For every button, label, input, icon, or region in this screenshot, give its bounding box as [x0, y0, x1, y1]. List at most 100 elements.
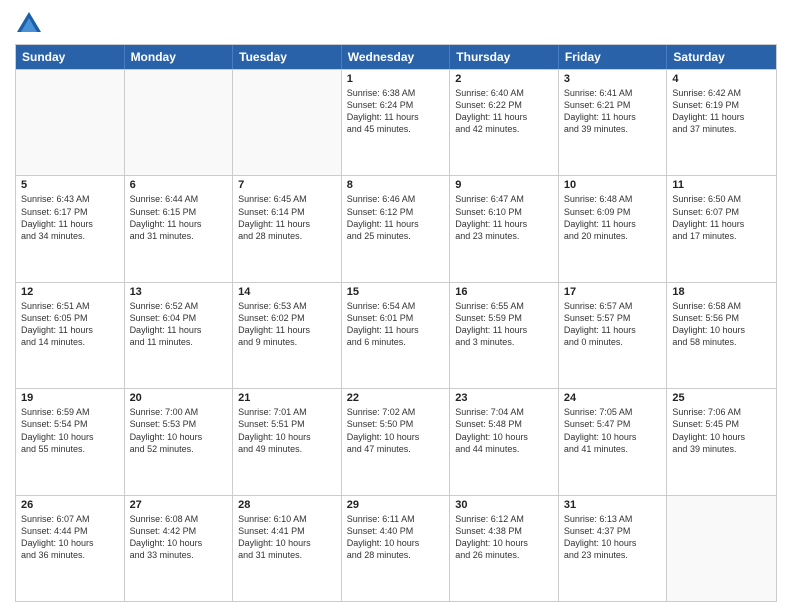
calendar-cell: 31Sunrise: 6:13 AMSunset: 4:37 PMDayligh…	[559, 496, 668, 601]
day-number: 17	[564, 286, 662, 298]
cell-text: Sunrise: 6:59 AMSunset: 5:54 PMDaylight:…	[21, 406, 119, 455]
cell-text: Sunrise: 7:01 AMSunset: 5:51 PMDaylight:…	[238, 406, 336, 455]
cell-text: Sunrise: 6:11 AMSunset: 4:40 PMDaylight:…	[347, 513, 445, 562]
logo	[15, 10, 47, 38]
cell-text: Sunrise: 7:00 AMSunset: 5:53 PMDaylight:…	[130, 406, 228, 455]
calendar-cell: 22 Sunrise: 7:02 AMSunset: 5:50 PMDayligh…	[342, 389, 451, 494]
calendar-cell: 17 Sunrise: 6:57 AMSunset: 5:57 PMDayligh…	[559, 283, 668, 388]
calendar-cell: 2 Sunrise: 6:40 AMSunset: 6:22 PMDaylight…	[450, 70, 559, 175]
day-number: 15	[347, 286, 445, 298]
day-number: 7	[238, 179, 336, 191]
cell-text: Sunrise: 6:50 AMSunset: 6:07 PMDaylight:…	[672, 193, 771, 242]
calendar-cell	[233, 70, 342, 175]
cell-text: Sunrise: 6:12 AMSunset: 4:38 PMDaylight:…	[455, 513, 553, 562]
calendar-header-monday: Monday	[125, 45, 234, 69]
cell-text: Sunrise: 6:08 AMSunset: 4:42 PMDaylight:…	[130, 513, 228, 562]
calendar-cell: 15Sunrise: 6:54 AMSunset: 6:01 PMDayligh…	[342, 283, 451, 388]
calendar-cell: 3 Sunrise: 6:41 AMSunset: 6:21 PMDaylight…	[559, 70, 668, 175]
day-number: 3	[564, 73, 662, 85]
cell-text: Sunrise: 6:40 AMSunset: 6:22 PMDaylight:…	[455, 87, 553, 136]
cell-text: Sunrise: 6:44 AMSunset: 6:15 PMDaylight:…	[130, 193, 228, 242]
day-number: 13	[130, 286, 228, 298]
calendar-row-0: 1 Sunrise: 6:38 AMSunset: 6:24 PMDaylight…	[16, 69, 776, 175]
day-number: 24	[564, 392, 662, 404]
calendar-cell	[667, 496, 776, 601]
day-number: 8	[347, 179, 445, 191]
calendar-header-row: SundayMondayTuesdayWednesdayThursdayFrid…	[16, 45, 776, 69]
calendar-cell	[16, 70, 125, 175]
day-number: 18	[672, 286, 771, 298]
cell-text: Sunrise: 6:42 AMSunset: 6:19 PMDaylight:…	[672, 87, 771, 136]
cell-text: Sunrise: 6:10 AMSunset: 4:41 PMDaylight:…	[238, 513, 336, 562]
calendar-cell: 16 Sunrise: 6:55 AMSunset: 5:59 PMDayligh…	[450, 283, 559, 388]
day-number: 22	[347, 392, 445, 404]
calendar-header-thursday: Thursday	[450, 45, 559, 69]
day-number: 11	[672, 179, 771, 191]
day-number: 20	[130, 392, 228, 404]
calendar-row-4: 26 Sunrise: 6:07 AMSunset: 4:44 PMDayligh…	[16, 495, 776, 601]
day-number: 10	[564, 179, 662, 191]
day-number: 28	[238, 499, 336, 511]
calendar-cell: 6 Sunrise: 6:44 AMSunset: 6:15 PMDaylight…	[125, 176, 234, 281]
calendar-header-tuesday: Tuesday	[233, 45, 342, 69]
day-number: 26	[21, 499, 119, 511]
day-number: 31	[564, 499, 662, 511]
calendar-cell: 13 Sunrise: 6:52 AMSunset: 6:04 PMDayligh…	[125, 283, 234, 388]
day-number: 27	[130, 499, 228, 511]
cell-text: Sunrise: 7:04 AMSunset: 5:48 PMDaylight:…	[455, 406, 553, 455]
day-number: 9	[455, 179, 553, 191]
calendar-cell: 25Sunrise: 7:06 AMSunset: 5:45 PMDayligh…	[667, 389, 776, 494]
calendar-cell: 21 Sunrise: 7:01 AMSunset: 5:51 PMDayligh…	[233, 389, 342, 494]
day-number: 2	[455, 73, 553, 85]
calendar-cell: 14Sunrise: 6:53 AMSunset: 6:02 PMDayligh…	[233, 283, 342, 388]
day-number: 1	[347, 73, 445, 85]
calendar-cell: 26 Sunrise: 6:07 AMSunset: 4:44 PMDayligh…	[16, 496, 125, 601]
day-number: 25	[672, 392, 771, 404]
day-number: 5	[21, 179, 119, 191]
day-number: 16	[455, 286, 553, 298]
calendar-cell: 12 Sunrise: 6:51 AMSunset: 6:05 PMDayligh…	[16, 283, 125, 388]
calendar-cell: 8 Sunrise: 6:46 AMSunset: 6:12 PMDaylight…	[342, 176, 451, 281]
calendar-cell: 18Sunrise: 6:58 AMSunset: 5:56 PMDayligh…	[667, 283, 776, 388]
calendar-cell: 30 Sunrise: 6:12 AMSunset: 4:38 PMDayligh…	[450, 496, 559, 601]
day-number: 21	[238, 392, 336, 404]
calendar-cell	[125, 70, 234, 175]
calendar-row-2: 12 Sunrise: 6:51 AMSunset: 6:05 PMDayligh…	[16, 282, 776, 388]
calendar-cell: 7 Sunrise: 6:45 AMSunset: 6:14 PMDaylight…	[233, 176, 342, 281]
cell-text: Sunrise: 6:52 AMSunset: 6:04 PMDaylight:…	[130, 300, 228, 349]
day-number: 30	[455, 499, 553, 511]
calendar-cell: 20 Sunrise: 7:00 AMSunset: 5:53 PMDayligh…	[125, 389, 234, 494]
day-number: 4	[672, 73, 771, 85]
cell-text: Sunrise: 6:57 AMSunset: 5:57 PMDaylight:…	[564, 300, 662, 349]
page: SundayMondayTuesdayWednesdayThursdayFrid…	[0, 0, 792, 612]
calendar-cell: 19Sunrise: 6:59 AMSunset: 5:54 PMDayligh…	[16, 389, 125, 494]
header	[15, 10, 777, 38]
calendar-header-wednesday: Wednesday	[342, 45, 451, 69]
calendar-cell: 29Sunrise: 6:11 AMSunset: 4:40 PMDayligh…	[342, 496, 451, 601]
cell-text: Sunrise: 6:07 AMSunset: 4:44 PMDaylight:…	[21, 513, 119, 562]
cell-text: Sunrise: 6:55 AMSunset: 5:59 PMDaylight:…	[455, 300, 553, 349]
calendar-cell: 11 Sunrise: 6:50 AMSunset: 6:07 PMDayligh…	[667, 176, 776, 281]
calendar-cell: 27 Sunrise: 6:08 AMSunset: 4:42 PMDayligh…	[125, 496, 234, 601]
day-number: 6	[130, 179, 228, 191]
calendar: SundayMondayTuesdayWednesdayThursdayFrid…	[15, 44, 777, 602]
cell-text: Sunrise: 7:05 AMSunset: 5:47 PMDaylight:…	[564, 406, 662, 455]
cell-text: Sunrise: 6:45 AMSunset: 6:14 PMDaylight:…	[238, 193, 336, 242]
calendar-header-sunday: Sunday	[16, 45, 125, 69]
cell-text: Sunrise: 6:53 AMSunset: 6:02 PMDaylight:…	[238, 300, 336, 349]
cell-text: Sunrise: 6:38 AMSunset: 6:24 PMDaylight:…	[347, 87, 445, 136]
calendar-body: 1 Sunrise: 6:38 AMSunset: 6:24 PMDaylight…	[16, 69, 776, 601]
day-number: 12	[21, 286, 119, 298]
calendar-cell: 1 Sunrise: 6:38 AMSunset: 6:24 PMDaylight…	[342, 70, 451, 175]
cell-text: Sunrise: 6:51 AMSunset: 6:05 PMDaylight:…	[21, 300, 119, 349]
calendar-cell: 5Sunrise: 6:43 AMSunset: 6:17 PMDaylight…	[16, 176, 125, 281]
calendar-cell: 9Sunrise: 6:47 AMSunset: 6:10 PMDaylight…	[450, 176, 559, 281]
logo-icon	[15, 10, 43, 38]
day-number: 23	[455, 392, 553, 404]
calendar-header-saturday: Saturday	[667, 45, 776, 69]
cell-text: Sunrise: 6:46 AMSunset: 6:12 PMDaylight:…	[347, 193, 445, 242]
cell-text: Sunrise: 7:02 AMSunset: 5:50 PMDaylight:…	[347, 406, 445, 455]
calendar-cell: 28 Sunrise: 6:10 AMSunset: 4:41 PMDayligh…	[233, 496, 342, 601]
cell-text: Sunrise: 6:41 AMSunset: 6:21 PMDaylight:…	[564, 87, 662, 136]
cell-text: Sunrise: 6:48 AMSunset: 6:09 PMDaylight:…	[564, 193, 662, 242]
